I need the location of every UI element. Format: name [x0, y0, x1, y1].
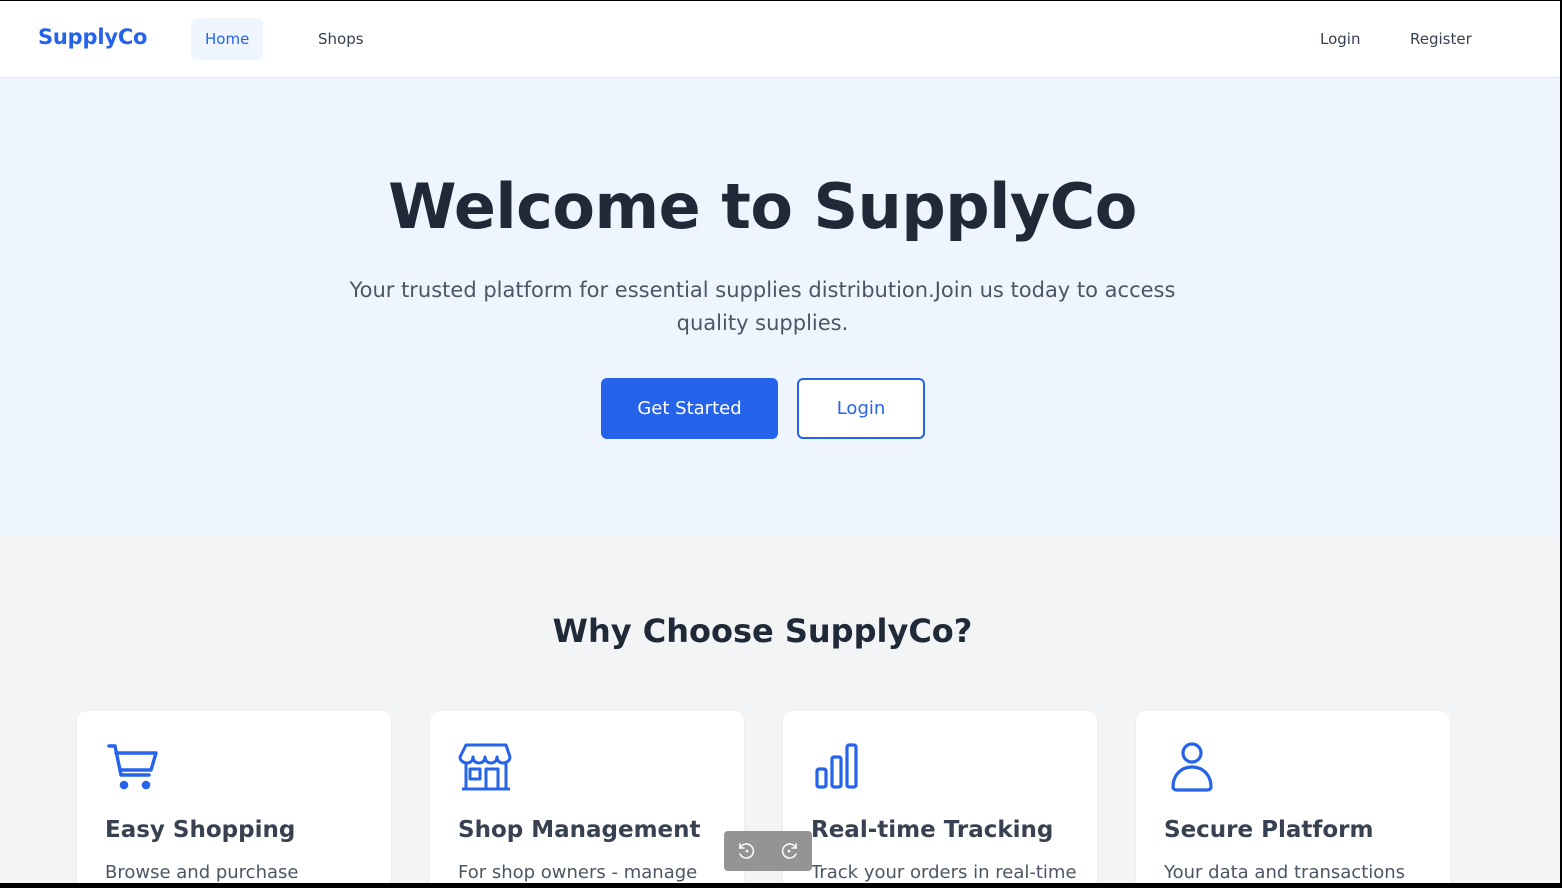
brand-logo[interactable]: SupplyCo [38, 25, 147, 49]
shopping-cart-icon [107, 744, 158, 790]
feature-card-title: Shop Management [458, 817, 701, 843]
rotate-right-icon[interactable] [780, 841, 800, 861]
feature-card-real-time-tracking: Real-time Tracking Track your orders in … [783, 711, 1097, 883]
nav-link-login[interactable]: Login [1306, 18, 1374, 60]
bar-chart-icon [815, 743, 858, 789]
media-control-bar [724, 831, 812, 871]
feature-card-desc: Browse and purchase [105, 862, 299, 883]
feature-card-title: Easy Shopping [105, 817, 296, 843]
user-icon [1171, 742, 1213, 792]
feature-card-title: Real-time Tracking [811, 817, 1054, 843]
get-started-button[interactable]: Get Started [601, 378, 778, 439]
feature-card-title: Secure Platform [1164, 817, 1374, 843]
features-title: Why Choose SupplyCo? [552, 612, 973, 650]
feature-card-shop-management: Shop Management For shop owners - manage [430, 711, 744, 883]
feature-card-desc: Track your orders in real-time [811, 862, 1077, 883]
hero-login-button[interactable]: Login [797, 378, 925, 439]
feature-card-desc: For shop owners - manage [458, 862, 698, 883]
nav-link-register[interactable]: Register [1396, 18, 1486, 60]
top-navbar: SupplyCo Home Shops Login Register [0, 1, 1560, 78]
page: SupplyCo Home Shops Login Register Welco… [0, 1, 1560, 883]
hero-section: Welcome to SupplyCo Your trusted platfor… [0, 78, 1560, 536]
feature-card-desc: Your data and transactions [1164, 862, 1406, 883]
hero-title: Welcome to SupplyCo [388, 170, 1137, 243]
rotate-left-icon[interactable] [736, 841, 756, 861]
nav-link-home[interactable]: Home [191, 18, 264, 60]
hero-subtitle: Your trusted platform for essential supp… [349, 278, 1176, 335]
feature-card-secure-platform: Secure Platform Your data and transactio… [1136, 711, 1450, 883]
feature-card-easy-shopping: Easy Shopping Browse and purchase [77, 711, 391, 883]
storefront-icon [458, 743, 512, 791]
nav-link-shops[interactable]: Shops [304, 18, 378, 60]
